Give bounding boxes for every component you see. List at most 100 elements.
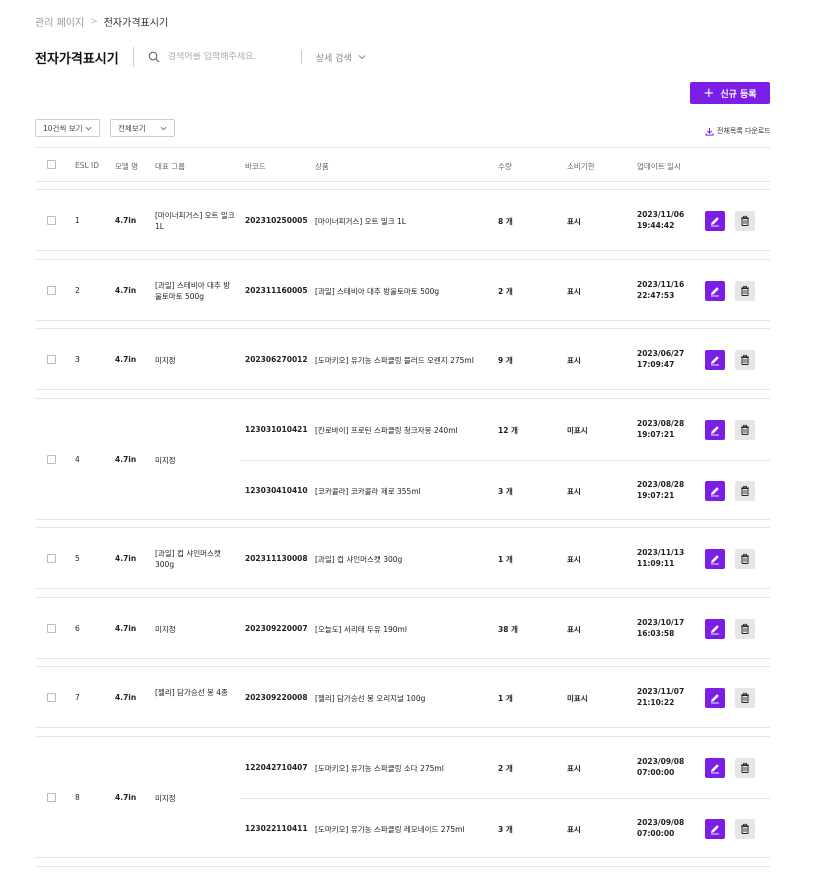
row-barcode: 202311130008	[245, 554, 308, 563]
edit-button[interactable]	[705, 757, 725, 778]
row-time: 07:00:00	[637, 828, 675, 838]
row-time: 17:09:47	[637, 360, 675, 369]
row-qty: 2 개	[498, 763, 513, 773]
row-product: [젤리] 담가승선 봉 오리지널 100g	[315, 694, 426, 703]
row-barcode: 122042710407	[245, 762, 308, 772]
row-checkbox[interactable]	[47, 355, 56, 364]
row-checkbox[interactable]	[47, 554, 56, 563]
delete-button[interactable]	[735, 211, 755, 231]
delete-button[interactable]	[735, 281, 755, 301]
chevron-down-icon	[358, 55, 366, 60]
delete-button[interactable]	[735, 350, 755, 370]
delete-button[interactable]	[735, 757, 755, 778]
row-expiry: 표시	[567, 763, 581, 773]
edit-icon	[711, 763, 719, 773]
download-all-link[interactable]: 전체목록 다운로드	[705, 126, 771, 136]
row-qty: 8 개	[498, 217, 513, 226]
edit-button[interactable]	[705, 419, 725, 440]
row-qty: 9 개	[498, 356, 513, 365]
row-barcode: 202310250005	[245, 216, 308, 225]
delete-button[interactable]	[735, 818, 755, 839]
select-all-checkbox[interactable]	[47, 160, 56, 169]
row-date: 2023/09/08	[637, 756, 685, 766]
delete-button[interactable]	[735, 688, 755, 708]
chevron-down-icon	[160, 126, 167, 130]
edit-button[interactable]	[705, 211, 725, 231]
row-qty: 2 개	[498, 287, 513, 296]
row-expiry: 표시	[567, 287, 581, 296]
row-barcode: 123030410410	[245, 485, 308, 495]
header-qty: 수량	[498, 162, 512, 171]
row-group: [과일] 스테비아 대추 방울토마토 500g	[155, 281, 231, 301]
delete-button[interactable]	[735, 480, 755, 501]
new-register-button[interactable]: + 신규 등록	[690, 82, 770, 104]
row-checkbox[interactable]	[47, 793, 56, 802]
row-model: 4.7in	[115, 793, 137, 802]
detail-search-toggle[interactable]: 상세 검색	[316, 51, 366, 64]
edit-button[interactable]	[705, 350, 725, 370]
row-barcode: 123022110411	[245, 823, 308, 833]
row-model: 4.7in	[115, 216, 137, 225]
row-expiry: 표시	[567, 625, 581, 634]
row-expiry: 표시	[567, 356, 581, 365]
edit-icon	[711, 555, 719, 565]
row-barcode: 202309220008	[245, 693, 308, 702]
row-qty: 1 개	[498, 555, 513, 564]
row-expiry: 미표시	[567, 425, 588, 435]
row-expiry: 표시	[567, 486, 581, 496]
trash-icon	[741, 354, 749, 365]
edit-button[interactable]	[705, 480, 725, 501]
row-esl-id: 6	[75, 624, 80, 633]
row-barcode: 202309220007	[245, 624, 308, 633]
row-product: [도마키오] 유기농 스파클링 레모네이드 275ml	[315, 824, 465, 834]
table-row: 2 4.7in [과일] 스테비아 대추 방울토마토 500g 20231116000…	[35, 259, 770, 321]
row-model: 4.7in	[115, 355, 137, 364]
edit-button[interactable]	[705, 688, 725, 708]
edit-button[interactable]	[705, 619, 725, 639]
row-checkbox[interactable]	[47, 286, 56, 295]
delete-button[interactable]	[735, 419, 755, 440]
delete-button[interactable]	[735, 549, 755, 569]
row-date: 2023/11/07	[637, 687, 685, 696]
row-product: [칸로바이] 프로틴 스파클링 청크자몽 240ml	[315, 425, 458, 435]
edit-button[interactable]	[705, 281, 725, 301]
breadcrumb: 관리 페이지 > 전자가격표시기	[35, 14, 169, 30]
edit-icon	[711, 287, 719, 297]
table-row: 8 4.7in 미지정 122042710407 [도마키오] 유기농 스파클링 소다 …	[35, 736, 770, 858]
edit-button[interactable]	[705, 549, 725, 569]
header-barcode: 바코드	[245, 162, 266, 171]
delete-button[interactable]	[735, 619, 755, 639]
row-time: 21:10:22	[637, 698, 675, 707]
row-time: 16:03:58	[637, 629, 675, 638]
row-date: 2023/08/28	[637, 418, 685, 428]
edit-button[interactable]	[705, 818, 725, 839]
row-checkbox[interactable]	[47, 455, 56, 464]
trash-icon	[741, 762, 749, 773]
row-time: 07:00:00	[637, 767, 675, 777]
row-expiry: 표시	[567, 217, 581, 226]
row-product: [마이너피거스] 오트 밀크 1L	[315, 217, 406, 226]
row-group: 미지정	[155, 356, 176, 365]
row-date: 2023/09/08	[637, 817, 685, 827]
page-size-select[interactable]: 10건씩 보기	[35, 119, 100, 137]
breadcrumb-separator-icon: >	[90, 16, 98, 27]
search-input[interactable]	[167, 52, 293, 62]
view-filter-select[interactable]: 전체보기	[110, 119, 175, 137]
breadcrumb-current: 전자가격표시기	[103, 18, 169, 29]
row-group: [젤리] 담가승선 봉 4종	[155, 688, 228, 697]
breadcrumb-root[interactable]: 관리 페이지	[35, 14, 84, 29]
row-group: 미지정	[155, 456, 176, 465]
divider	[300, 50, 302, 64]
download-icon	[705, 127, 714, 136]
table-row: 5 4.7in [과일] 컵 샤인머스캣 300g 202311130008 [과일] …	[35, 527, 770, 589]
row-barcode: 123031010421	[245, 424, 308, 434]
row-barcode: 202311160005	[245, 286, 308, 295]
row-checkbox[interactable]	[47, 216, 56, 225]
row-product: [도마키오] 유기농 스파클링 블러드 오렌지 275ml	[315, 356, 474, 365]
row-checkbox[interactable]	[47, 624, 56, 633]
new-register-label: 신규 등록	[720, 89, 757, 100]
table-row	[35, 866, 770, 872]
row-group: [마이너피거스] 오트 밀크 1L	[155, 211, 235, 231]
header-product: 상품	[315, 162, 329, 171]
row-checkbox[interactable]	[47, 693, 56, 702]
